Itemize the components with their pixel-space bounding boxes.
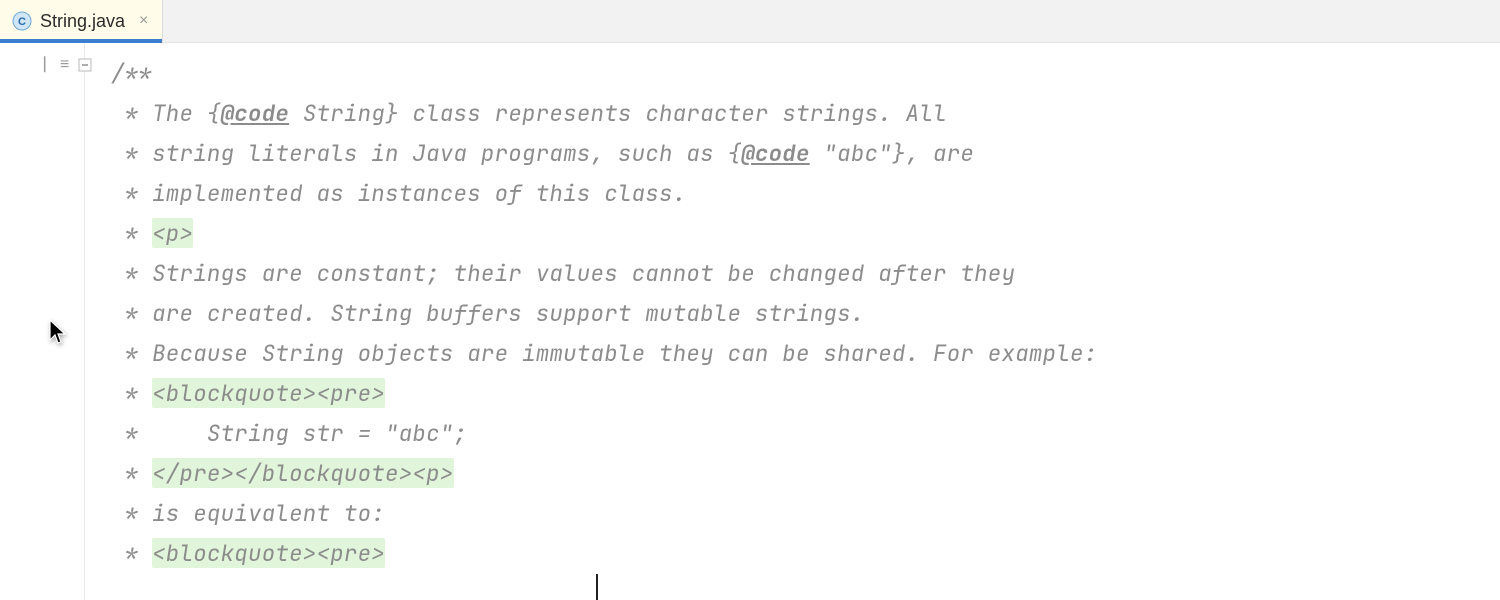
code-line: * Strings are constant; their values can… [111,253,1500,293]
text-caret [596,574,598,600]
code-line: /** [111,53,1500,93]
javadoc-tag: @code [741,138,810,168]
code-line: * <blockquote><pre> [111,373,1500,413]
html-tag-highlight: <blockquote><pre> [152,378,385,408]
structure-indent-icon[interactable]: ⎸≡ [44,57,69,73]
code-line: * implemented as instances of this class… [111,173,1500,213]
javadoc-tag: @code [221,98,290,128]
code-viewport[interactable]: /** * The {@code String} class represent… [85,43,1500,600]
editor-gutter[interactable]: ⎸≡ [0,43,85,600]
java-class-file-icon: C [12,11,32,31]
code-line: * The {@code String} class represents ch… [111,93,1500,133]
code-line: * <blockquote><pre> [111,533,1500,573]
code-line: * </pre></blockquote><p> [111,453,1500,493]
code-line: * are created. String buffers support mu… [111,293,1500,333]
code-line: * Because String objects are immutable t… [111,333,1500,373]
code-line: * string literals in Java programs, such… [111,133,1500,173]
code-line: * <p> [111,213,1500,253]
close-tab-icon[interactable]: × [139,13,148,29]
editor-tab-string-java[interactable]: C String.java × [0,0,163,42]
html-tag-highlight: <blockquote><pre> [152,538,385,568]
html-tag-highlight: </pre></blockquote><p> [152,458,453,488]
fold-collapse-icon[interactable] [77,57,93,73]
svg-text:C: C [18,16,26,28]
code-line: * String str = "abc"; [111,413,1500,453]
editor-area[interactable]: ⎸≡ /** * The {@code String} class repres… [0,43,1500,600]
code-line: * is equivalent to: [111,493,1500,533]
tab-filename-label: String.java [40,11,125,32]
ide-window: C String.java × ⎸≡ /** * The {@code S [0,0,1500,600]
editor-tab-bar: C String.java × [0,0,1500,43]
html-tag-highlight: <p> [152,218,193,248]
